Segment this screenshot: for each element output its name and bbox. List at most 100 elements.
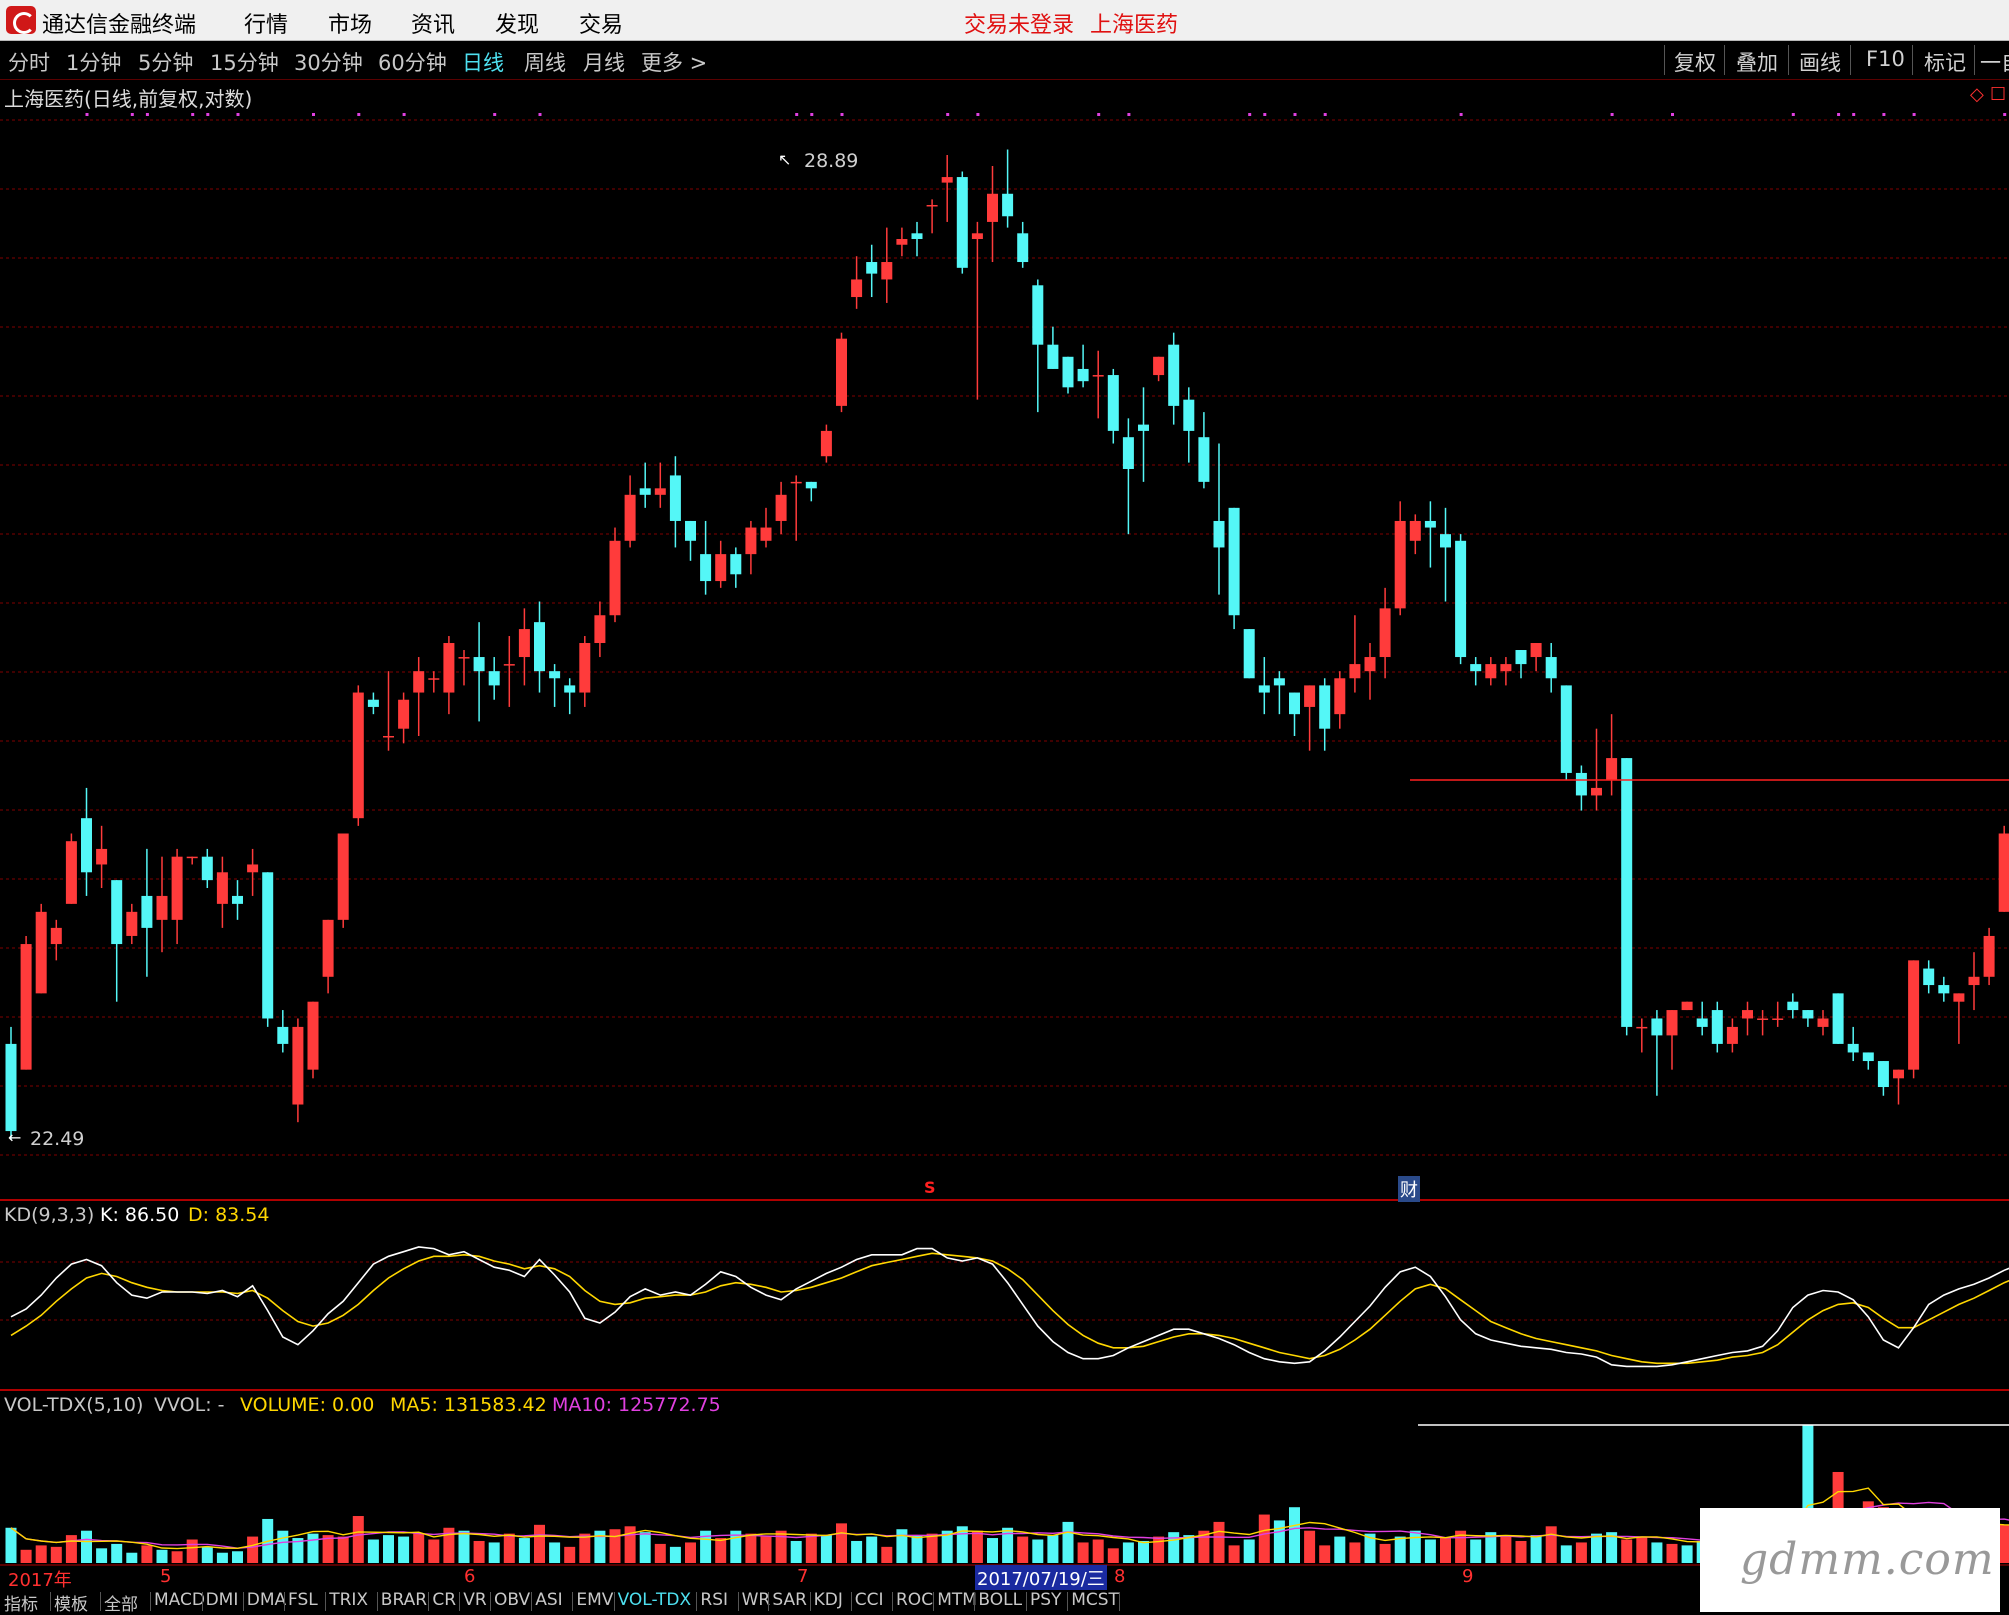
period-monthly[interactable]: 月线: [583, 47, 625, 77]
login-status[interactable]: 交易未登录: [964, 7, 1074, 39]
period-1min[interactable]: 1分钟: [66, 47, 121, 77]
indicator-tab-psy[interactable]: PSY: [1030, 1590, 1061, 1610]
volume-bar: [1591, 1534, 1602, 1563]
candle-body: [1848, 1044, 1859, 1053]
volume-bar: [821, 1535, 832, 1563]
volume-bar: [640, 1532, 651, 1563]
indicator-tab-fsl[interactable]: FSL: [288, 1590, 318, 1610]
volume-bar: [1999, 1525, 2009, 1563]
indicator-tab-emv[interactable]: EMV: [576, 1590, 613, 1610]
period-60min[interactable]: 60分钟: [378, 47, 447, 77]
candle-body: [1878, 1061, 1889, 1087]
candle-body: [1999, 833, 2009, 911]
tab-separator: [738, 1592, 739, 1611]
toolbar-diejia[interactable]: 叠加: [1736, 47, 1778, 77]
tab-separator: [100, 1592, 101, 1611]
indicator-tab-vol-tdx[interactable]: VOL-TDX: [618, 1590, 692, 1610]
s-marker[interactable]: S: [924, 1178, 936, 1197]
panel-toggle-icon[interactable]: ☐: [1990, 84, 2006, 105]
event-dot: [1671, 113, 1674, 116]
candle-body: [730, 554, 741, 574]
period-daily[interactable]: 日线: [462, 47, 504, 77]
cai-marker[interactable]: 财: [1398, 1176, 1420, 1202]
indicator-tab-cr[interactable]: CR: [432, 1590, 456, 1610]
volume-bar: [111, 1544, 122, 1563]
volume-bar: [157, 1550, 168, 1563]
period-more[interactable]: 更多 >: [641, 47, 707, 77]
period-15min[interactable]: 15分钟: [210, 47, 279, 77]
candle-body: [1606, 758, 1617, 780]
indicator-tab-wr[interactable]: WR: [742, 1590, 771, 1610]
indicator-tab-mtm[interactable]: MTM: [937, 1590, 977, 1610]
volume-bar: [81, 1531, 92, 1563]
low-arrow-icon: ←: [8, 1128, 21, 1147]
indicator-tab-mcst[interactable]: MCST: [1071, 1590, 1119, 1610]
candle-body: [217, 872, 228, 904]
volume-bar: [1500, 1537, 1511, 1563]
period-fenshi[interactable]: 分时: [8, 47, 50, 77]
indicator-tab-boll[interactable]: BOLL: [978, 1590, 1022, 1610]
volume-bar: [36, 1545, 47, 1563]
volume-bar: [353, 1516, 364, 1563]
menu-item-jiaoyi[interactable]: 交易: [579, 7, 623, 39]
toolbar-huaxian[interactable]: 画线: [1799, 47, 1841, 77]
period-5min[interactable]: 5分钟: [138, 47, 193, 77]
menu-item-hangqing[interactable]: 行情: [244, 7, 288, 39]
ma5-value: MA5: 131583.42: [390, 1394, 547, 1416]
menu-item-shichang[interactable]: 市场: [328, 7, 372, 39]
volume-bar: [972, 1531, 983, 1563]
kd-name: KD(9,3,3): [4, 1204, 94, 1226]
candles: [6, 150, 2009, 1140]
indicator-tab-obv[interactable]: OBV: [494, 1590, 530, 1610]
candle-body: [1198, 437, 1209, 482]
toolbar-yizi[interactable]: 一自: [1980, 47, 2009, 77]
volume-bar: [277, 1531, 288, 1563]
candle-body: [670, 475, 681, 521]
period-30min[interactable]: 30分钟: [294, 47, 363, 77]
indicator-tab-指标[interactable]: 指标: [4, 1590, 38, 1615]
indicator-tab-asi[interactable]: ASI: [535, 1590, 562, 1610]
tab-separator: [202, 1592, 203, 1611]
menu-item-faxian[interactable]: 发现: [495, 7, 539, 39]
candle-body: [655, 488, 666, 494]
kline-chart[interactable]: [0, 80, 2009, 1590]
candle-body: [1183, 400, 1194, 431]
kd-d-line: [11, 1253, 2009, 1363]
volume-bar: [6, 1528, 17, 1563]
indicator-tab-macd[interactable]: MACD: [154, 1590, 205, 1610]
indicator-tab-brar[interactable]: BRAR: [381, 1590, 427, 1610]
indicator-tab-vr[interactable]: VR: [463, 1590, 486, 1610]
volume-bar: [1183, 1535, 1194, 1563]
tab-separator: [768, 1592, 769, 1611]
kd-d-value: D: 83.54: [188, 1204, 269, 1226]
tab-separator: [490, 1592, 491, 1611]
indicator-tab-dmi[interactable]: DMI: [206, 1590, 239, 1610]
event-dot: [1460, 113, 1463, 116]
toolbar-biaoji[interactable]: 标记: [1924, 47, 1966, 77]
candle-body: [1984, 936, 1995, 977]
volume-bar: [670, 1547, 681, 1563]
indicator-tab-全部[interactable]: 全部: [104, 1590, 138, 1615]
candle-body: [247, 864, 258, 872]
event-dot: [237, 113, 240, 116]
indicator-tab-kdj[interactable]: KDJ: [814, 1590, 843, 1610]
candle-body: [1365, 657, 1376, 671]
indicator-tab-roc[interactable]: ROC: [896, 1590, 933, 1610]
indicator-tab-cci[interactable]: CCI: [855, 1590, 884, 1610]
indicator-tab-dma[interactable]: DMA: [247, 1590, 286, 1610]
indicator-tab-sar[interactable]: SAR: [772, 1590, 807, 1610]
volume-bar: [685, 1542, 696, 1563]
candle-body: [987, 194, 998, 222]
indicator-tab-模板[interactable]: 模板: [54, 1590, 88, 1615]
candle-body: [1395, 521, 1406, 608]
toolbar-f10[interactable]: F10: [1866, 47, 1905, 71]
toolbar-fuquan[interactable]: 复权: [1674, 47, 1716, 77]
diamond-icon[interactable]: ◇: [1970, 84, 1984, 105]
indicator-tab-trix[interactable]: TRIX: [329, 1590, 368, 1610]
menu-item-zixun[interactable]: 资讯: [411, 7, 455, 39]
candle-body: [126, 912, 137, 936]
indicator-tab-rsi[interactable]: RSI: [700, 1590, 728, 1610]
stock-name: 上海医药: [1090, 7, 1178, 39]
period-weekly[interactable]: 周线: [524, 47, 566, 77]
candle-body: [972, 233, 983, 239]
